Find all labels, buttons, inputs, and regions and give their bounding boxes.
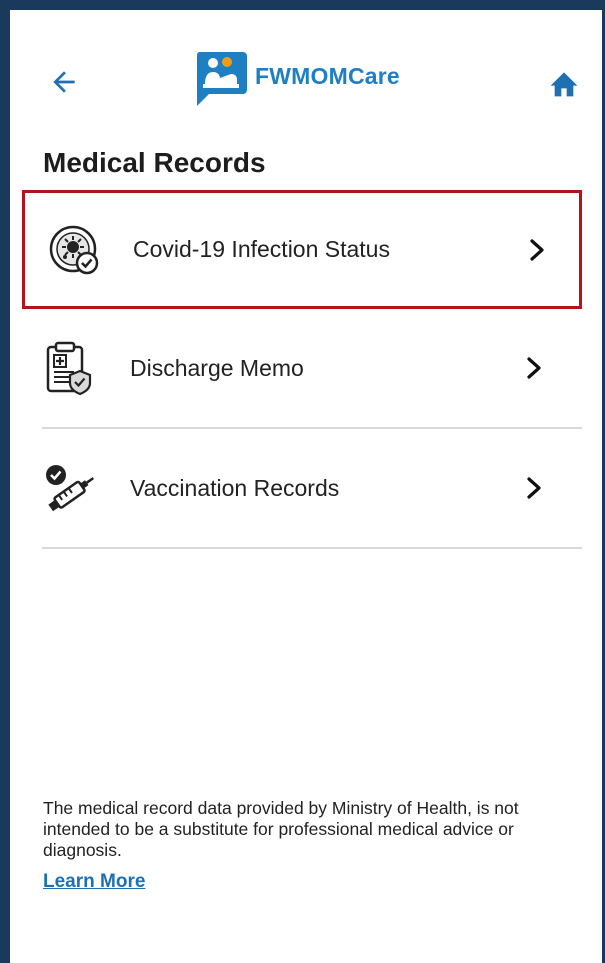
disclaimer-text: The medical record data provided by Mini… [43, 798, 519, 860]
record-item-discharge-memo[interactable]: Discharge Memo [22, 309, 582, 427]
record-label-discharge-memo: Discharge Memo [130, 354, 304, 381]
app-logo: FWMOMCare [193, 50, 400, 112]
chevron-right-icon [527, 477, 541, 499]
page-title: Medical Records [43, 147, 266, 178]
app-header: FWMOMCare [0, 10, 605, 140]
records-list: Covid-19 Infection Status Discharge Memo [22, 190, 582, 549]
app-name: FWMOMCare [255, 62, 400, 89]
record-label-vaccination-records: Vaccination Records [130, 474, 340, 501]
row-divider [42, 547, 582, 549]
fwmomcare-logo-icon [196, 52, 247, 106]
learn-more-link[interactable]: Learn More [43, 871, 145, 893]
record-label-covid-status: Covid-19 Infection Status [133, 236, 390, 262]
clipboard-medical-icon [46, 341, 92, 396]
chevron-right-icon [530, 238, 544, 261]
virus-shield-icon [49, 225, 99, 274]
record-item-vaccination-records[interactable]: Vaccination Records [22, 429, 582, 547]
record-item-covid-status[interactable]: Covid-19 Infection Status [22, 190, 582, 309]
home-icon[interactable] [548, 68, 580, 98]
back-arrow-icon[interactable] [48, 66, 80, 98]
syringe-check-icon [46, 465, 95, 512]
chevron-right-icon [527, 357, 541, 379]
